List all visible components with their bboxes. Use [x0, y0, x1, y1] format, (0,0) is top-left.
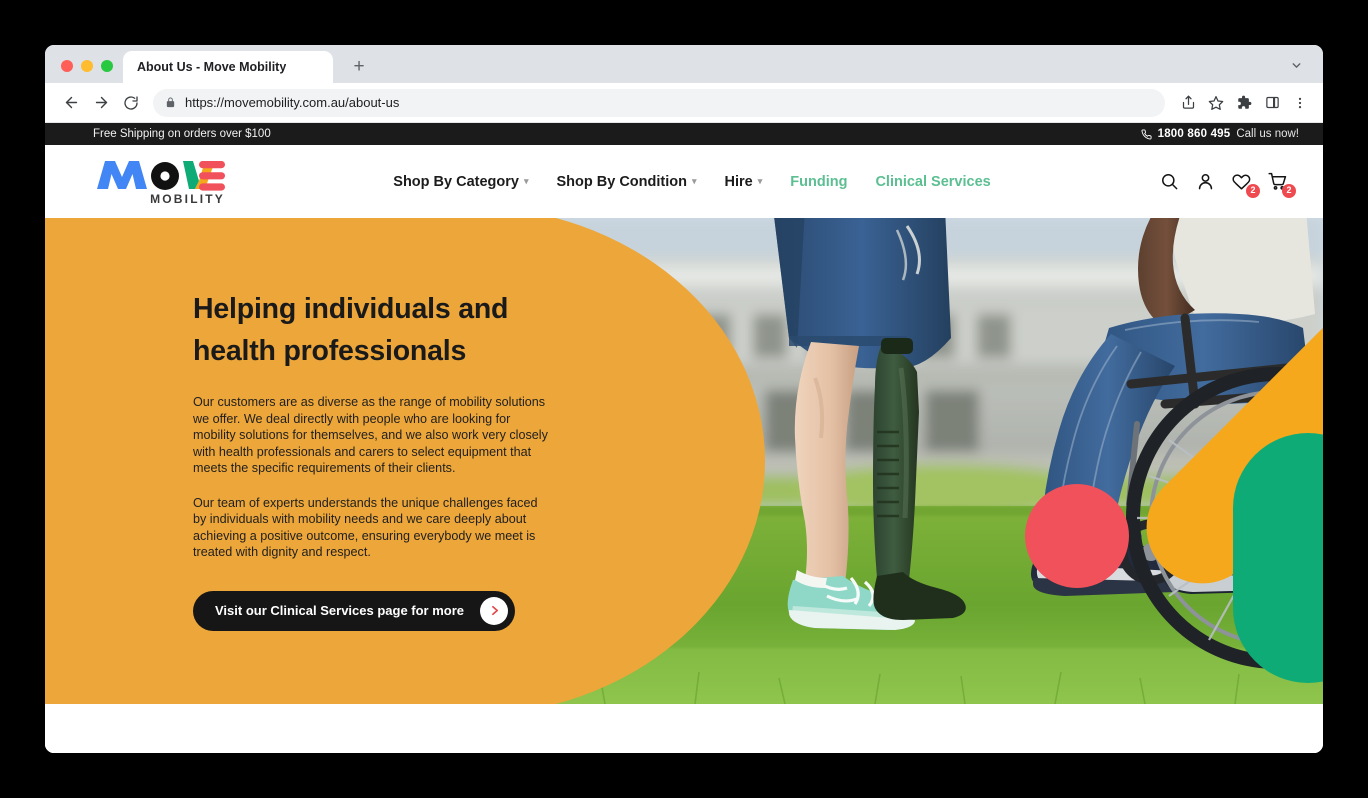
- nav-item-shop-by-condition[interactable]: Shop By Condition ▾: [557, 174, 697, 190]
- main-navigation: Shop By Category ▾ Shop By Condition ▾ H…: [393, 174, 990, 190]
- free-shipping-text: Free Shipping on orders over $100: [93, 128, 271, 140]
- logo-move-svg: [97, 161, 225, 191]
- hero-paragraph-2: Our team of experts understands the uniq…: [193, 495, 538, 560]
- chevron-down-icon: ▾: [691, 176, 697, 186]
- browser-window: About Us - Move Mobility + https://movem…: [45, 45, 1323, 753]
- phone-contact[interactable]: 1800 860 495 Call us now!: [1141, 128, 1299, 140]
- chevron-down-icon: ▾: [523, 176, 529, 186]
- browser-tab-active[interactable]: About Us - Move Mobility: [123, 51, 333, 83]
- puzzle-icon[interactable]: [1231, 90, 1257, 116]
- chevron-down-icon[interactable]: [1283, 52, 1309, 78]
- hero-heading: Helping individuals and health professio…: [193, 293, 509, 367]
- page-viewport: Free Shipping on orders over $100 1800 8…: [45, 123, 1323, 753]
- browser-tab-strip: About Us - Move Mobility +: [45, 45, 1323, 83]
- url-text: https://movemobility.com.au/about-us: [185, 95, 400, 110]
- close-window-button[interactable]: [61, 60, 73, 72]
- lock-icon: [165, 97, 176, 108]
- phone-number: 1800 860 495: [1157, 128, 1231, 140]
- nav-item-hire[interactable]: Hire ▾: [725, 174, 763, 190]
- nav-label: Shop By Category: [393, 173, 519, 190]
- window-traffic-lights: [45, 60, 123, 83]
- hero-paragraph-1: Our customers are as diverse as the rang…: [193, 395, 548, 475]
- hero-content: Helping individuals and health professio…: [193, 288, 553, 631]
- share-icon[interactable]: [1175, 90, 1201, 116]
- chevron-down-icon: ▾: [757, 176, 763, 186]
- cart-icon[interactable]: 2: [1265, 169, 1296, 198]
- forward-arrow-icon[interactable]: [87, 89, 115, 117]
- logo-wordmark: [95, 157, 227, 191]
- header-icon-group: 2 2: [1157, 169, 1296, 198]
- nav-label: Shop By Condition: [556, 173, 687, 190]
- nav-item-shop-by-category[interactable]: Shop By Category ▾: [393, 174, 528, 190]
- address-bar[interactable]: https://movemobility.com.au/about-us: [153, 88, 1165, 117]
- search-icon[interactable]: [1157, 169, 1183, 195]
- logo-subtitle: MOBILITY: [150, 192, 225, 206]
- browser-toolbar: https://movemobility.com.au/about-us: [45, 83, 1323, 123]
- chevron-right-icon: [480, 596, 509, 625]
- side-panel-icon[interactable]: [1259, 90, 1285, 116]
- star-icon[interactable]: [1203, 90, 1229, 116]
- site-header: MOBILITY Shop By Category ▾ Shop By Cond…: [45, 145, 1323, 218]
- screenshot-stage: About Us - Move Mobility + https://movem…: [0, 0, 1368, 798]
- nav-item-funding[interactable]: Funding: [790, 174, 847, 190]
- back-arrow-icon[interactable]: [57, 89, 85, 117]
- cta-label: Visit our Clinical Services page for mor…: [215, 603, 465, 618]
- three-dot-menu-icon[interactable]: [1287, 90, 1313, 116]
- reload-icon[interactable]: [117, 89, 145, 117]
- clinical-services-cta-button[interactable]: Visit our Clinical Services page for mor…: [193, 590, 516, 631]
- page-content-below-hero: [45, 704, 1323, 753]
- hero-section: Helping individuals and health professio…: [45, 218, 1323, 704]
- tab-title: About Us - Move Mobility: [137, 60, 287, 74]
- announcement-bar: Free Shipping on orders over $100 1800 8…: [45, 123, 1323, 145]
- minimize-window-button[interactable]: [81, 60, 93, 72]
- decorative-red-circle: [1025, 484, 1129, 588]
- wishlist-count-badge: 2: [1245, 183, 1260, 198]
- decorative-green-shape: [1233, 433, 1323, 683]
- site-logo[interactable]: MOBILITY: [95, 157, 227, 206]
- maximize-window-button[interactable]: [101, 60, 113, 72]
- new-tab-button[interactable]: +: [345, 52, 373, 80]
- cart-count-badge: 2: [1281, 183, 1296, 198]
- wishlist-heart-icon[interactable]: 2: [1229, 169, 1260, 198]
- account-icon[interactable]: [1193, 169, 1219, 195]
- call-us-text: Call us now!: [1236, 128, 1299, 140]
- nav-item-clinical-services[interactable]: Clinical Services: [875, 174, 990, 190]
- phone-icon: [1141, 128, 1152, 140]
- nav-label: Hire: [724, 173, 753, 190]
